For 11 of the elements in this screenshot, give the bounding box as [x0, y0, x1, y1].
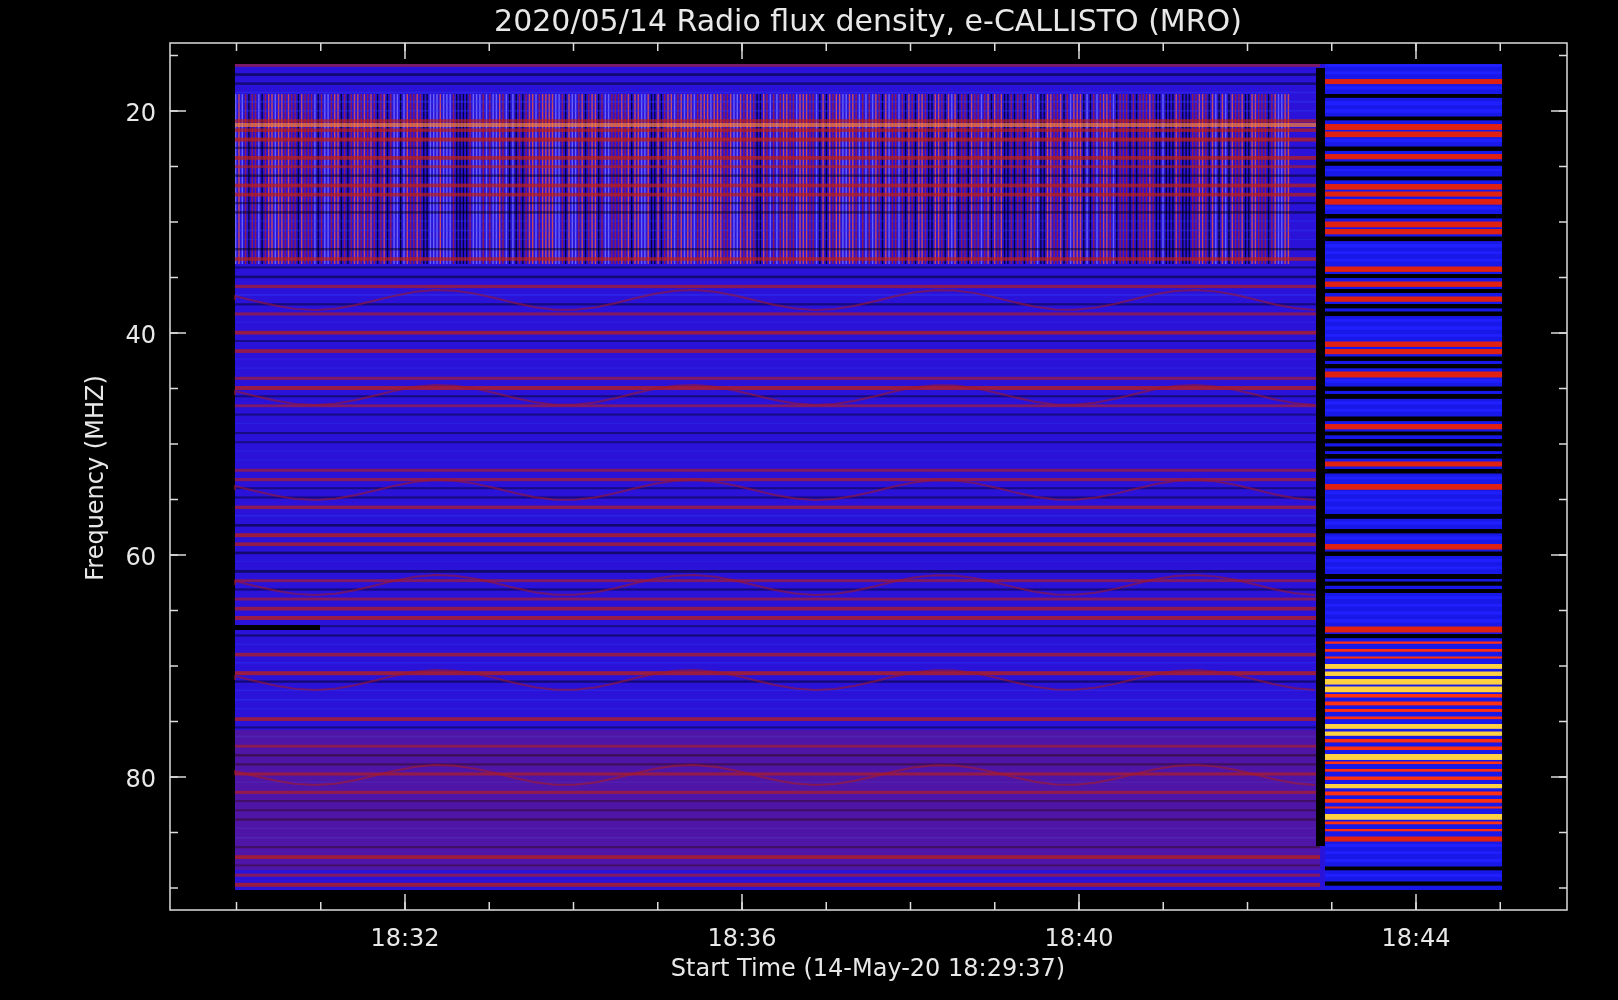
- x-tick-label: 18:32: [370, 924, 440, 952]
- chart-title: 2020/05/14 Radio flux density, e-CALLISTO (MRO): [494, 3, 1242, 38]
- y-tick-label: 20: [125, 99, 156, 127]
- x-tick-label: 18:44: [1381, 924, 1451, 952]
- x-tick-label: 18:36: [707, 924, 777, 952]
- x-tick-label: 18:40: [1044, 924, 1114, 952]
- y-tick-label: 40: [125, 321, 156, 349]
- x-axis-label: Start Time (14-May-20 18:29:37): [670, 954, 1066, 982]
- y-tick-label: 80: [125, 765, 156, 793]
- y-axis-label: Frequency (MHZ): [81, 375, 109, 581]
- y-tick-label: 60: [125, 543, 156, 571]
